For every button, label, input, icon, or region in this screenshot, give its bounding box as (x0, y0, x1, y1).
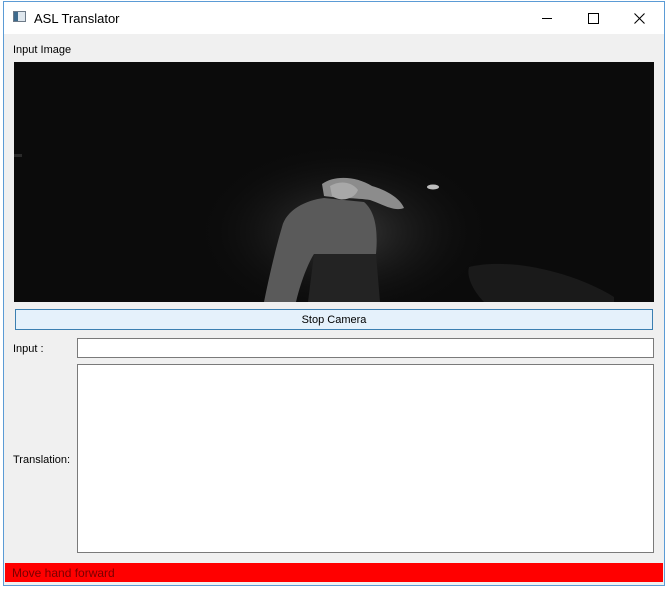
camera-feed (14, 62, 654, 302)
close-icon (633, 12, 645, 24)
camera-feed-frame (14, 62, 654, 302)
translation-textarea[interactable] (77, 364, 654, 553)
status-bar: Move hand forward (5, 563, 663, 582)
close-button[interactable] (616, 2, 662, 34)
window-title: ASL Translator (34, 11, 120, 26)
input-field[interactable] (77, 338, 654, 358)
app-window-icon (13, 11, 26, 22)
input-label: Input : (13, 343, 44, 355)
app-window: ASL Translator Input Image Stop Camera I… (3, 1, 665, 586)
minimize-button[interactable] (524, 2, 570, 34)
stop-camera-button[interactable]: Stop Camera (15, 309, 653, 330)
maximize-icon (587, 12, 599, 24)
title-bar[interactable]: ASL Translator (4, 2, 664, 34)
translation-label: Translation: (13, 454, 71, 466)
maximize-button[interactable] (570, 2, 616, 34)
input-image-label: Input Image (13, 44, 72, 56)
minimize-icon (542, 17, 552, 19)
